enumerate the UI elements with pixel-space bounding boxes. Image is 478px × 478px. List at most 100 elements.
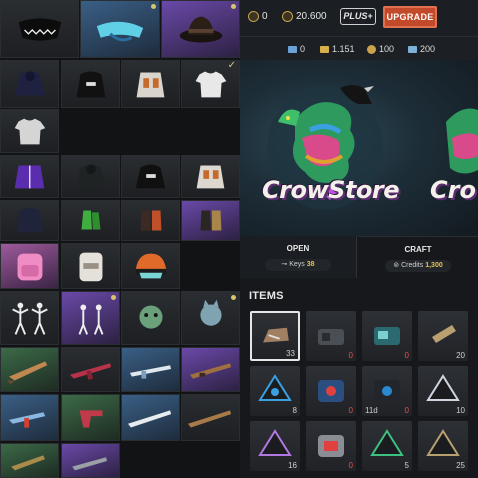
cat-figure-icon (200, 299, 222, 326)
store-item-2[interactable]: 0 (306, 311, 356, 361)
item-cell-rifle-red[interactable] (61, 347, 120, 392)
hoodie-icon (135, 164, 166, 189)
gloves-icon (81, 210, 101, 230)
vest-icon (136, 72, 165, 98)
item-cell-goggles[interactable] (80, 0, 160, 58)
keys-label: Keys (289, 261, 305, 268)
item-cell-dark-hoodie[interactable] (0, 60, 59, 108)
secondary-currency-bar: 0 1.151 100 200 (240, 36, 478, 61)
item-cell-emote-group[interactable] (61, 291, 120, 345)
item-cell-shotgun[interactable] (0, 347, 59, 392)
item-cell-pink-backpack[interactable] (0, 243, 59, 289)
bp-coin-icon (282, 11, 293, 22)
item-cell-rifle-brown[interactable] (181, 394, 240, 441)
item-cell-rifle-blue[interactable] (121, 347, 180, 392)
bp-balance: 20.600 (282, 11, 327, 22)
item-cell-vest-2[interactable] (181, 155, 240, 198)
item-cell-pistol-red[interactable] (61, 394, 120, 441)
crowstore-banner[interactable]: CrowStore Crow (240, 60, 478, 236)
jacket-icon (14, 165, 45, 189)
hoodie-icon (16, 208, 44, 233)
store-item-5[interactable]: 8 (250, 366, 300, 416)
item-cell-gun-purple[interactable] (61, 443, 120, 478)
planes-balance: 200 (408, 44, 435, 54)
item-cell-dark-hoodie-2[interactable] (61, 155, 120, 198)
item-cell-green-head[interactable] (121, 291, 180, 345)
tab-open[interactable]: OPEN ⊸ Keys 38 (240, 236, 357, 278)
item-cell-grey-tshirt[interactable] (0, 109, 59, 153)
banner-title: CrowStore (262, 176, 399, 204)
item-cell-cat-figure[interactable] (181, 291, 240, 345)
mask-icon (18, 18, 62, 41)
item-cell-rifle-white[interactable] (121, 394, 180, 441)
rifle-icon (188, 410, 232, 428)
tshirt-icon (195, 71, 227, 98)
smg-icon (8, 412, 46, 428)
tab-craft[interactable]: CRAFT ⊚ Credits 1,300 (358, 236, 478, 278)
store-item-11[interactable]: 5 (362, 421, 412, 471)
tab-craft-label: CRAFT (404, 245, 432, 254)
item-cell-crossbow[interactable] (0, 443, 59, 478)
plus-button[interactable]: PLUS+ (340, 8, 376, 25)
currency-bar: 0 20.600 PLUS+ UPGRADE (240, 0, 478, 36)
keys-pill: ⊸ Keys 38 (265, 259, 331, 271)
plane-icon (408, 45, 417, 53)
creature-head-icon (139, 305, 163, 329)
backpack-icon (17, 253, 43, 281)
gloves-icon (140, 210, 162, 231)
planes-value: 200 (420, 44, 436, 54)
silver-balance: 0 (288, 44, 305, 54)
item-cell-orange-gloves[interactable] (121, 200, 180, 241)
rifle-icon (69, 363, 112, 380)
crossbow-icon (11, 455, 46, 471)
crowns-balance: 100 (367, 44, 394, 54)
item-cell-white-tshirt[interactable]: ✓ (181, 60, 240, 108)
item-qty: 0 (348, 351, 353, 360)
shotgun-icon (7, 361, 48, 385)
item-cell-rifle-wood[interactable] (181, 347, 240, 392)
rifle-icon (72, 457, 107, 471)
store-item-6[interactable]: 0 (306, 366, 356, 416)
item-qty: 0 (404, 351, 409, 360)
item-cell-green-gloves[interactable] (61, 200, 120, 241)
credits-pill: ⊚ Credits 1,300 (385, 260, 451, 272)
store-item-3[interactable]: 0 (362, 311, 412, 361)
store-item-4[interactable]: 20 (418, 311, 468, 361)
upgrade-button[interactable]: UPGRADE (383, 6, 437, 28)
item-qty: 0 (348, 461, 353, 470)
item-cell-dark-hoodie-3[interactable] (0, 200, 59, 241)
store-item-9[interactable]: 16 (250, 421, 300, 471)
item-cell-vest[interactable] (121, 60, 180, 108)
item-qty: 8 (292, 406, 297, 415)
group-emote-icon (78, 304, 104, 335)
store-item-7[interactable]: 11d 0 (362, 366, 412, 416)
item-timer: 11d (365, 406, 378, 415)
item-cell-emote-dance[interactable] (0, 291, 59, 345)
item-cell-black-hoodie[interactable] (61, 60, 120, 108)
store-item-1[interactable]: 33 (250, 311, 300, 361)
item-cell-mask[interactable] (0, 0, 79, 58)
item-cell-purple-jacket[interactable] (0, 155, 59, 198)
item-cell-helmet[interactable] (121, 243, 180, 289)
item-cell-smg-blue[interactable] (0, 394, 59, 441)
tab-open-label: OPEN (286, 244, 310, 253)
hoodie-icon (14, 71, 46, 96)
hoodie-icon (75, 164, 106, 189)
crowns-value: 100 (379, 44, 395, 54)
store-item-12[interactable]: 25 (418, 421, 468, 471)
item-cell-black-hoodie-2[interactable] (121, 155, 180, 198)
gloves-icon (200, 210, 222, 231)
item-cell-patterned-gloves[interactable] (181, 200, 240, 241)
credits-label: Credits (401, 262, 424, 269)
store-item-8[interactable]: 10 (418, 366, 468, 416)
store-item-10[interactable]: 0 (306, 421, 356, 471)
store-panel: 0 20.600 PLUS+ UPGRADE 0 1.151 100 200 C… (240, 0, 478, 478)
item-cell-white-backpack[interactable] (61, 243, 120, 289)
items-heading: ITEMS (249, 290, 284, 302)
item-cell-hat[interactable] (161, 0, 240, 58)
silver-value: 0 (300, 44, 306, 54)
dragon-crow-emblem-icon (267, 85, 478, 210)
banner-title-next: Crow (430, 176, 478, 204)
store-tabs: OPEN ⊸ Keys 38 CRAFT ⊚ Credits 1,300 (240, 236, 478, 278)
tshirt-icon (14, 118, 46, 145)
